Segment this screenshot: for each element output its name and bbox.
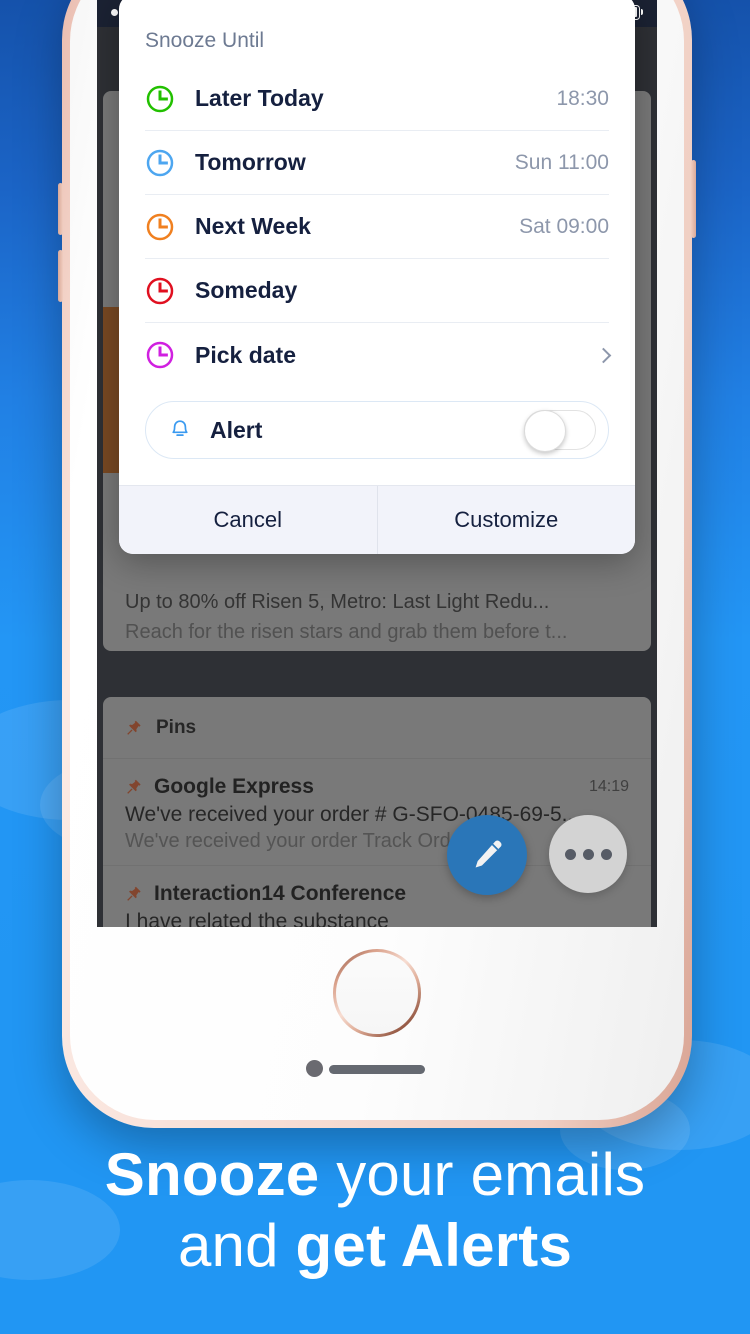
snooze-option-pick-date[interactable]: Pick date: [145, 323, 612, 387]
caption-line-1-rest: your emails: [319, 1141, 646, 1208]
snooze-option-label: Tomorrow: [195, 149, 306, 175]
camera-dot: [306, 1060, 323, 1077]
snooze-option-someday[interactable]: Someday: [145, 259, 609, 323]
cancel-button[interactable]: Cancel: [119, 486, 377, 554]
snooze-modal-title: Snooze Until: [145, 29, 265, 52]
battery-tip: [641, 9, 643, 15]
snooze-option-time: Sun 11:00: [514, 150, 609, 174]
snooze-modal: Snooze Until Later Today 18:30 Tomorrow …: [119, 0, 635, 554]
phone-screen: D s VI WH Up to 80% off Risen 5, Metro: …: [97, 0, 657, 927]
snooze-option-time: Sat 09:00: [519, 214, 609, 238]
snooze-option-next-week[interactable]: Next Week Sat 09:00: [145, 195, 609, 259]
caption-line-1-bold: Snooze: [104, 1141, 320, 1208]
clock-icon: [146, 149, 174, 176]
more-dots-icon: [582, 848, 594, 860]
snooze-option-label: Someday: [195, 277, 298, 303]
alert-row[interactable]: Alert: [145, 401, 609, 459]
more-dots-icon: [600, 848, 612, 860]
volume-down-button[interactable]: [58, 250, 63, 302]
clock-icon: [146, 85, 174, 112]
snooze-option-later-today[interactable]: Later Today 18:30: [145, 67, 609, 131]
power-button[interactable]: [691, 160, 696, 238]
snooze-option-time: 18:30: [556, 86, 609, 110]
compose-button[interactable]: [447, 815, 527, 895]
snooze-options-list: Later Today 18:30 Tomorrow Sun 11:00 Nex…: [119, 67, 635, 387]
clock-icon: [146, 277, 174, 304]
caption-line-2: and get Alerts: [0, 1211, 750, 1282]
clock-icon: [146, 341, 174, 369]
marketing-caption: Snooze your emails and get Alerts: [0, 1140, 750, 1282]
alert-toggle[interactable]: [524, 410, 596, 452]
clock-icon: [146, 213, 174, 240]
home-button[interactable]: [333, 949, 421, 1037]
snooze-option-label: Pick date: [195, 341, 296, 368]
alert-label: Alert: [210, 416, 263, 443]
more-options-button[interactable]: [549, 815, 627, 893]
bell-icon: [172, 420, 188, 436]
alert-toggle-knob: [524, 410, 566, 452]
speaker-grille: [329, 1065, 425, 1074]
more-dots-icon: [564, 848, 576, 860]
snooze-option-label: Next Week: [195, 213, 311, 239]
customize-button[interactable]: Customize: [376, 486, 636, 554]
compose-pencil-icon: [475, 840, 502, 868]
snooze-option-tomorrow[interactable]: Tomorrow Sun 11:00: [145, 131, 609, 195]
chevron-right-icon: [595, 347, 612, 363]
phone-device: D s VI WH Up to 80% off Risen 5, Metro: …: [58, 0, 696, 1128]
caption-line-2-bold: get Alerts: [295, 1211, 573, 1279]
volume-up-button[interactable]: [58, 183, 63, 235]
snooze-modal-footer: Cancel Customize: [119, 485, 635, 554]
caption-line-2-rest: and: [177, 1211, 296, 1279]
snooze-option-label: Later Today: [195, 85, 324, 111]
caption-line-1: Snooze your emails: [0, 1140, 750, 1211]
